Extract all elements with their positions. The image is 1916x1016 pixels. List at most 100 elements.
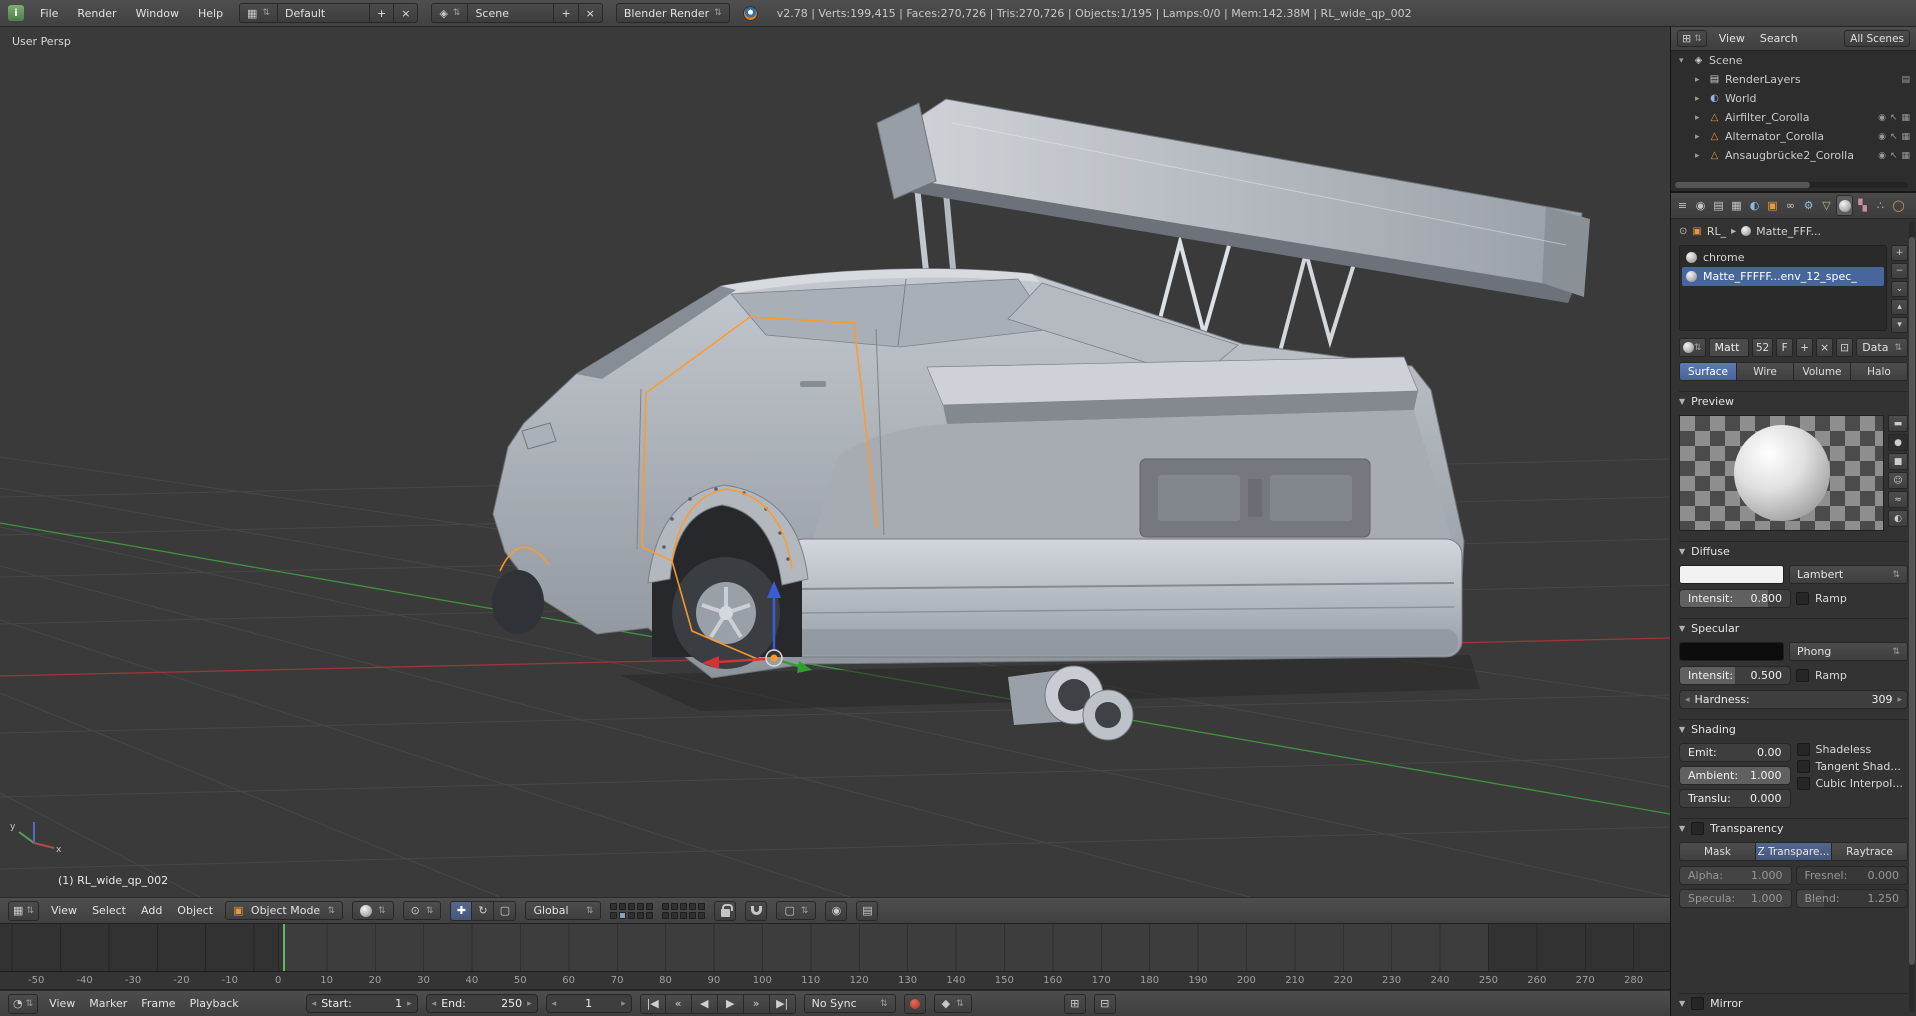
add-screen-layout-button[interactable]: + [370,3,394,23]
collapse-icon[interactable]: ▾ [1679,56,1688,66]
outliner-scrollbar[interactable] [1675,182,1908,188]
render-opengl-button[interactable]: ▤ [856,901,878,921]
tab-object-data[interactable]: ▽ [1818,195,1835,216]
alpha-slider[interactable]: Alpha:1.000 [1679,866,1792,885]
emit-slider[interactable]: Emit:0.00 [1679,743,1791,762]
remove-slot-button[interactable]: − [1891,263,1908,279]
fake-user-button[interactable]: F [1776,338,1793,357]
viewport-menu-add[interactable]: Add [138,904,165,917]
scene-name[interactable]: Scene [468,3,554,23]
layers-grid-1[interactable] [610,903,653,919]
raytrace-mode-button[interactable]: Raytrace [1832,842,1908,861]
expand-icon[interactable]: ▸ [1695,113,1704,123]
layers-grid-2[interactable] [662,903,705,919]
tab-particles[interactable]: ∴ [1872,195,1889,216]
tab-modifiers[interactable]: ⚙ [1800,195,1817,216]
blend-slider[interactable]: Blend:1.250 [1796,889,1909,908]
menu-window[interactable]: Window [133,7,182,20]
snap-element-dropdown[interactable]: ▢⇅ [776,901,816,920]
viewport-editor-selector[interactable]: ▦⇅ [8,901,39,921]
delete-screen-layout-button[interactable]: × [394,3,418,23]
orientation-dropdown[interactable]: Global⇅ [525,901,601,920]
outliner-row-object[interactable]: ▸ △ Ansaugbrücke2_Corolla ◉↖▦ [1671,146,1916,165]
tab-render[interactable]: ◉ [1692,195,1709,216]
ambient-slider[interactable]: Ambient:1.000 [1679,766,1791,785]
keying-set-dropdown[interactable]: ◆⇅ [934,994,972,1013]
mode-dropdown[interactable]: ▣Object Mode⇅ [225,901,343,920]
timeline-ruler[interactable]: -50-40-30-20-100102030405060708090100110… [0,972,1670,990]
jump-to-end-button[interactable]: ▶| [770,994,796,1014]
selectability-icon[interactable]: ↖ [1890,113,1898,123]
specular-shader-dropdown[interactable]: Phong⇅ [1789,642,1908,661]
type-wire-button[interactable]: Wire [1737,362,1794,381]
3d-viewport[interactable]: x y User Persp (1) RL_wide_qp_002 [0,27,1670,897]
diffuse-shader-dropdown[interactable]: Lambert⇅ [1789,565,1908,584]
shading-dropdown[interactable]: ⇅ [352,901,394,920]
panel-header-shading[interactable]: ▼Shading [1679,719,1908,738]
selectability-icon[interactable]: ↖ [1890,151,1898,161]
outliner-row-object[interactable]: ▸ △ Airfilter_Corolla ◉↖▦ [1671,108,1916,127]
next-keyframe-button[interactable]: » [744,994,770,1014]
outliner-scope-dropdown[interactable]: All Scenes [1844,30,1910,47]
properties-editor-selector[interactable]: ≡ [1674,195,1691,216]
mirror-enable-checkbox[interactable] [1691,997,1704,1010]
preview-cube-button[interactable]: ■ [1888,453,1908,470]
outliner-menu-view[interactable]: View [1716,32,1748,45]
specular-alpha-slider[interactable]: Specula:1.000 [1679,889,1792,908]
add-scene-button[interactable]: + [554,3,578,23]
prev-keyframe-button[interactable]: « [666,994,692,1014]
visibility-icon[interactable]: ◉ [1878,151,1886,161]
preview-sphere-button[interactable]: ● [1888,434,1908,451]
render-image-button[interactable]: ◉ [825,901,847,921]
scrollbar-thumb[interactable] [1909,237,1915,965]
add-slot-button[interactable]: + [1891,245,1908,261]
new-material-button[interactable]: + [1796,338,1813,357]
menu-file[interactable]: File [37,7,61,20]
screen-layout-name[interactable]: Default [278,3,370,23]
expand-icon[interactable]: ▸ [1695,75,1704,85]
shadeless-checkbox[interactable]: Shadeless [1797,743,1909,756]
scrollbar-thumb[interactable] [1675,182,1810,188]
pin-icon[interactable]: ⊙ [1679,226,1687,237]
delete-keyframe-button[interactable]: ⊟ [1094,994,1116,1014]
transparency-enable-checkbox[interactable] [1691,822,1704,835]
preview-monkey-button[interactable]: ☺ [1888,472,1908,489]
specular-ramp-checkbox[interactable]: Ramp [1796,669,1847,682]
tab-physics[interactable]: ◯ [1890,195,1907,216]
current-frame-field[interactable]: ◂1▸ [546,994,632,1013]
panel-header-specular[interactable]: ▼Specular [1679,618,1908,637]
viewport-menu-view[interactable]: View [48,904,80,917]
material-slot-list[interactable]: chrome Matte_FFFFF...env_12_spec_ [1679,245,1887,331]
screen-layout-browse-button[interactable]: ▦⇅ [239,3,278,23]
current-frame-marker[interactable] [283,924,285,972]
play-reverse-button[interactable]: ◀ [692,994,718,1014]
frame-start-field[interactable]: ◂Start:1▸ [306,994,418,1013]
diffuse-ramp-checkbox[interactable]: Ramp [1796,592,1847,605]
render-restrict-icon[interactable]: ▤ [1901,75,1910,85]
outliner-menu-search[interactable]: Search [1757,32,1801,45]
record-button[interactable] [904,994,926,1014]
tab-object[interactable]: ▣ [1764,195,1781,216]
material-slot-selected[interactable]: Matte_FFFFF...env_12_spec_ [1682,267,1884,286]
timeline-menu-view[interactable]: View [46,997,78,1010]
browse-material-button[interactable]: ⇅ [1679,338,1706,357]
menu-help[interactable]: Help [195,7,226,20]
cubic-interpolation-checkbox[interactable]: Cubic Interpol... [1797,777,1909,790]
type-volume-button[interactable]: Volume [1794,362,1851,381]
panel-header-transparency[interactable]: ▼Transparency [1679,818,1908,837]
users-count-button[interactable]: 52 [1752,338,1773,357]
diffuse-color-swatch[interactable] [1679,565,1784,584]
specular-color-swatch[interactable] [1679,642,1784,661]
delete-scene-button[interactable]: × [579,3,603,23]
expand-icon[interactable]: ▸ [1695,151,1704,161]
translate-manipulator-button[interactable]: ✚ [450,901,472,921]
timeline-menu-playback[interactable]: Playback [187,997,242,1010]
outliner-row-scene[interactable]: ▾ ◈ Scene [1671,51,1916,70]
tab-world[interactable]: ◐ [1746,195,1763,216]
ztransparency-mode-button[interactable]: Z Transpare... [1756,842,1832,861]
slot-specials-button[interactable]: ⌄ [1891,281,1908,297]
type-halo-button[interactable]: Halo [1851,362,1908,381]
outliner-row-renderlayers[interactable]: ▸ ▤ RenderLayers ▤ [1671,70,1916,89]
slot-move-up-button[interactable]: ▴ [1891,299,1908,315]
visibility-icon[interactable]: ◉ [1878,113,1886,123]
